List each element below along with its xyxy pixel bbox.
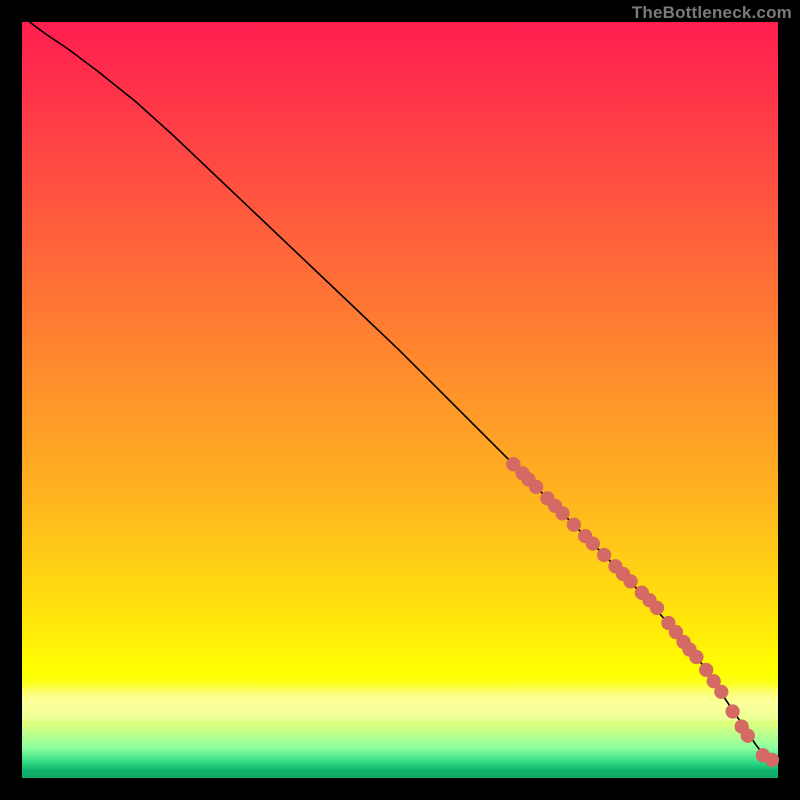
chart-point xyxy=(529,480,543,494)
chart-point xyxy=(567,518,581,532)
chart-point xyxy=(556,506,570,520)
chart-scatter xyxy=(506,457,779,767)
chart-point xyxy=(597,548,611,562)
chart-point xyxy=(650,601,664,615)
chart-point xyxy=(765,753,779,767)
chart-curve xyxy=(30,22,775,761)
chart-point xyxy=(726,705,740,719)
chart-point xyxy=(741,729,755,743)
chart-point xyxy=(624,574,638,588)
watermark-text: TheBottleneck.com xyxy=(632,3,792,23)
chart-point xyxy=(689,650,703,664)
chart-point xyxy=(586,537,600,551)
chart-svg xyxy=(22,22,778,778)
chart-point xyxy=(714,685,728,699)
